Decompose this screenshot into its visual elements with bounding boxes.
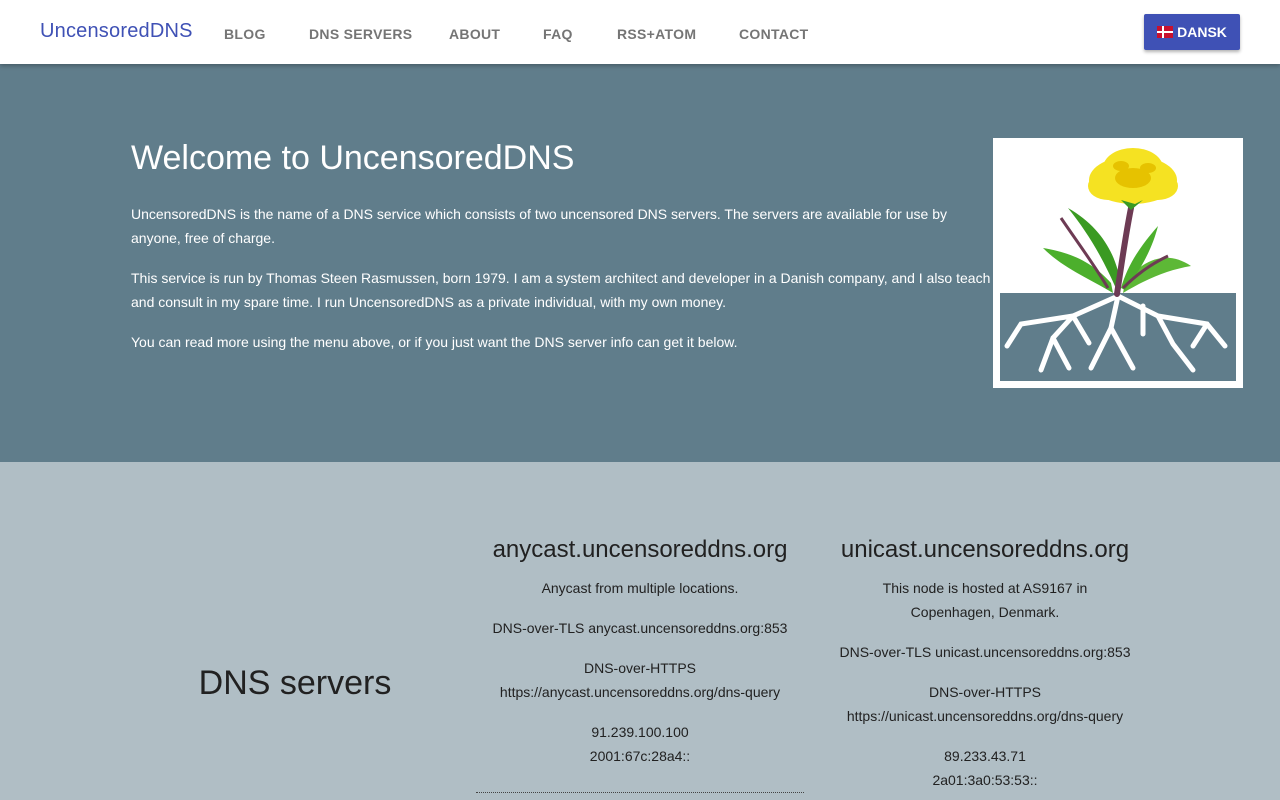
nav-item-rss-atom[interactable]: RSS+ATOM [617,26,696,42]
dns-servers-section: DNS servers anycast.uncensoreddns.org An… [0,462,1280,800]
nav-item-faq[interactable]: FAQ [543,26,573,42]
hero-section: Welcome to UncensoredDNS UncensoredDNS i… [0,64,1280,462]
top-navbar: UncensoredDNS BLOG DNS SERVERS ABOUT FAQ… [0,0,1280,64]
anycast-https-url: https://anycast.uncensoreddns.org/dns-qu… [499,684,781,700]
unicast-description: This node is hosted at AS9167 in Copenha… [882,580,1088,620]
unicast-ipv4: 89.233.43.71 [944,748,1026,764]
dandelion-logo [993,138,1243,388]
unicast-https-url: https://unicast.uncensoreddns.org/dns-qu… [846,708,1124,724]
anycast-ipv4: 91.239.100.100 [591,724,689,740]
anycast-heading: anycast.uncensoreddns.org [492,536,788,563]
anycast-tls: DNS-over-TLS anycast.uncensoreddns.org:8… [492,620,788,636]
page-title: Welcome to UncensoredDNS [131,139,575,177]
brand-link[interactable]: UncensoredDNS [40,20,193,43]
anycast-description: Anycast from multiple locations. [541,580,739,596]
divider [476,792,804,793]
intro-paragraph: UncensoredDNS is the name of a DNS servi… [131,206,947,246]
unicast-card: unicast.uncensoreddns.org This node is h… [820,534,1150,800]
unicast-ips: 89.233.43.71 2a01:3a0:53:53:: [820,744,1150,792]
denmark-flag-icon [1157,26,1174,38]
section-title: DNS servers [198,664,392,702]
author-paragraph: This service is run by Thomas Steen Rasm… [131,270,991,310]
anycast-card: anycast.uncensoreddns.org Anycast from m… [475,534,805,784]
nav-item-blog[interactable]: BLOG [224,26,266,42]
unicast-heading: unicast.uncensoreddns.org [840,536,1130,563]
language-button-label: DANSK [1177,24,1227,40]
unicast-tls: DNS-over-TLS unicast.uncensoreddns.org:8… [839,644,1131,660]
nav-item-contact[interactable]: CONTACT [739,26,809,42]
nav-item-dns-servers[interactable]: DNS SERVERS [309,26,412,42]
anycast-ipv6: 2001:67c:28a4:: [589,748,691,764]
unicast-https-label: DNS-over-HTTPS [928,684,1041,700]
unicast-https: DNS-over-HTTPS https://unicast.uncensore… [820,680,1150,728]
read-more-paragraph: You can read more using the menu above, … [131,334,738,350]
anycast-https-label: DNS-over-HTTPS [583,660,696,676]
anycast-https: DNS-over-HTTPS https://anycast.uncensore… [475,656,805,704]
nav-item-about[interactable]: ABOUT [449,26,500,42]
language-button[interactable]: DANSK [1144,14,1240,50]
anycast-ips: 91.239.100.100 2001:67c:28a4:: [475,720,805,768]
unicast-ipv6: 2a01:3a0:53:53:: [932,772,1038,788]
